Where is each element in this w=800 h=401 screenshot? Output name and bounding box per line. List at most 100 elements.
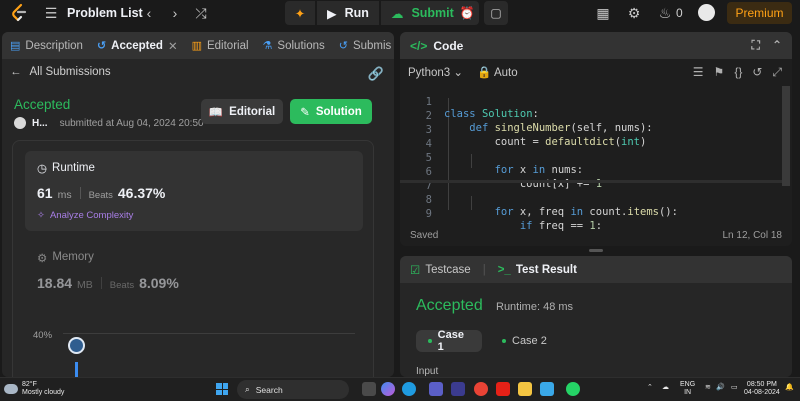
distribution-bar[interactable] xyxy=(75,362,78,377)
visual-studio-icon[interactable] xyxy=(451,382,465,396)
memory-title[interactable]: ⚙ Memory xyxy=(37,251,94,265)
lock-icon: 🔒 xyxy=(477,67,492,79)
link-icon[interactable]: 🔗 xyxy=(368,66,384,82)
cloud-upload-icon: ☁ xyxy=(390,6,404,21)
weather-widget[interactable]: 82°F Mostly cloudy xyxy=(4,381,64,397)
auto-mode-toggle[interactable]: 🔒 Auto xyxy=(477,65,518,79)
close-icon[interactable]: ✕ xyxy=(168,39,178,53)
language-select[interactable]: Python3 ⌄ xyxy=(408,65,463,79)
submission-panel: ▤ Description ↺ Accepted ✕ ▥ Editorial ⚗… xyxy=(2,32,394,377)
photos-icon[interactable] xyxy=(540,382,554,396)
testcase-label: Testcase xyxy=(425,263,471,276)
vertical-scrollbar[interactable] xyxy=(782,86,790,186)
user-name[interactable]: H... xyxy=(32,118,48,129)
user-position-marker[interactable] xyxy=(68,337,85,354)
problem-list-link[interactable]: Problem List xyxy=(67,6,143,20)
chevron-left-icon[interactable]: ‹ xyxy=(140,4,158,22)
file-explorer-icon[interactable] xyxy=(518,382,532,396)
leetcode-logo-icon[interactable] xyxy=(10,3,28,23)
divider xyxy=(100,277,102,289)
tab-submissions[interactable]: ↺ Submis xyxy=(338,39,392,53)
notes-button[interactable]: ▢ xyxy=(484,1,508,25)
gear-icon[interactable]: ⚙ xyxy=(625,4,643,22)
analyze-complexity-link[interactable]: ✧ Analyze Complexity xyxy=(37,210,133,221)
cloud-icon xyxy=(4,384,18,394)
history-icon: ↺ xyxy=(338,40,348,52)
code-line: 3 count = defaultdict(int) xyxy=(400,112,792,148)
taskbar-search[interactable]: ⌕ Search xyxy=(237,380,349,399)
streak-count: 0 xyxy=(676,6,683,20)
note-icon: ▢ xyxy=(490,6,502,20)
runtime-beats-label: Beats xyxy=(88,190,113,201)
whatsapp-icon[interactable] xyxy=(566,382,580,396)
code-header: </> Code ⛶ ⌃ xyxy=(400,32,792,59)
chevron-up-icon[interactable]: ⌃ xyxy=(647,384,653,392)
clock[interactable]: 08:50 PM 04-08-2024 xyxy=(744,381,780,397)
premium-button[interactable]: Premium xyxy=(727,2,792,24)
shuffle-icon[interactable]: ⤮ xyxy=(192,4,210,22)
lang-code: ENG xyxy=(680,381,696,388)
code-line: 5 for x in nums: xyxy=(400,140,792,176)
tab-editorial[interactable]: ▥ Editorial xyxy=(192,39,249,53)
tab-solutions[interactable]: ⚗ Solutions xyxy=(263,39,325,53)
search-placeholder: Search xyxy=(255,384,283,395)
chrome-icon[interactable] xyxy=(474,382,488,396)
runtime-card[interactable]: ◷ Runtime 61 ms Beats 46.37% ✧ Analyze C… xyxy=(25,151,363,231)
back-to-submissions[interactable]: ← All Submissions xyxy=(10,66,111,78)
code-editor[interactable]: 1 class Solution: 2 def singleNumber(sel… xyxy=(400,84,792,232)
layout-grid-icon[interactable]: ▦ xyxy=(594,4,612,22)
case-2-tab[interactable]: Case 2 xyxy=(490,330,559,352)
fullscreen-icon[interactable]: ⛶ xyxy=(752,38,760,53)
language-indicator[interactable]: ENG IN xyxy=(680,381,695,397)
user-avatar[interactable] xyxy=(14,117,26,129)
chevron-right-icon[interactable]: › xyxy=(166,4,184,22)
tab-test-result[interactable]: >_ Test Result xyxy=(498,264,577,276)
submit-button[interactable]: ☁ Submit xyxy=(380,1,464,25)
solution-button[interactable]: ✎ Solution xyxy=(290,99,372,124)
problem-list-icon[interactable]: ☰ xyxy=(42,4,60,22)
format-icon[interactable]: ☰ xyxy=(693,65,704,80)
debug-button[interactable]: ✦ xyxy=(285,1,315,25)
resize-handle[interactable] xyxy=(589,249,603,252)
case-1-tab[interactable]: Case 1 xyxy=(416,329,482,353)
tab-testcase[interactable]: ☑ Testcase xyxy=(410,263,471,277)
windows-start-icon[interactable] xyxy=(216,383,228,395)
runtime-beats-value: 46.37% xyxy=(117,185,166,201)
chart-y-label: 40% xyxy=(33,330,53,341)
play-icon: ▶ xyxy=(327,6,337,21)
submission-status: Accepted xyxy=(14,97,71,112)
run-submit-group: ✦ ▶ Run ☁ Submit xyxy=(285,1,464,25)
reset-icon[interactable]: ↺ xyxy=(752,65,762,80)
submit-label: Submit xyxy=(411,6,454,20)
chevron-down-icon: ⌄ xyxy=(453,67,464,79)
pass-dot xyxy=(502,339,506,343)
code-line: 9 if freq == 1: xyxy=(400,196,792,232)
cloud-sync-icon[interactable]: ☁ xyxy=(662,384,669,392)
task-view-icon[interactable] xyxy=(362,382,376,396)
run-button[interactable]: ▶ Run xyxy=(317,1,379,25)
runtime-label: Runtime xyxy=(52,162,95,174)
youtube-icon[interactable] xyxy=(496,382,510,396)
tab-accepted[interactable]: ↺ Accepted ✕ xyxy=(97,39,178,53)
mode-label: Auto xyxy=(493,67,518,79)
battery-icon[interactable]: ▭ xyxy=(731,384,738,392)
flame-icon[interactable]: ♨ xyxy=(656,4,674,22)
editorial-button[interactable]: 📖 Editorial xyxy=(201,99,283,124)
edge-icon[interactable] xyxy=(402,382,416,396)
sparkle-icon: ✧ xyxy=(37,210,45,221)
editor-options: Python3 ⌄ 🔒 Auto xyxy=(408,65,518,79)
language-label: Python3 xyxy=(408,67,451,79)
settings-icon[interactable]: ⤢ xyxy=(772,65,782,80)
horizontal-scrollbar[interactable] xyxy=(400,180,782,183)
tab-description[interactable]: ▤ Description xyxy=(10,39,83,53)
bookmark-icon[interactable]: ⚑ xyxy=(714,65,725,80)
teams-icon[interactable] xyxy=(429,382,443,396)
braces-icon[interactable]: {} xyxy=(734,65,742,80)
wifi-icon[interactable]: ≋ xyxy=(705,384,711,392)
timer-button[interactable]: ⏰ xyxy=(455,1,479,25)
copilot-icon[interactable] xyxy=(381,382,395,396)
volume-icon[interactable]: 🔊 xyxy=(716,384,725,392)
avatar[interactable] xyxy=(698,4,715,21)
collapse-icon[interactable]: ⌃ xyxy=(772,38,782,53)
notification-bell-icon[interactable]: 🔔 xyxy=(785,384,794,392)
